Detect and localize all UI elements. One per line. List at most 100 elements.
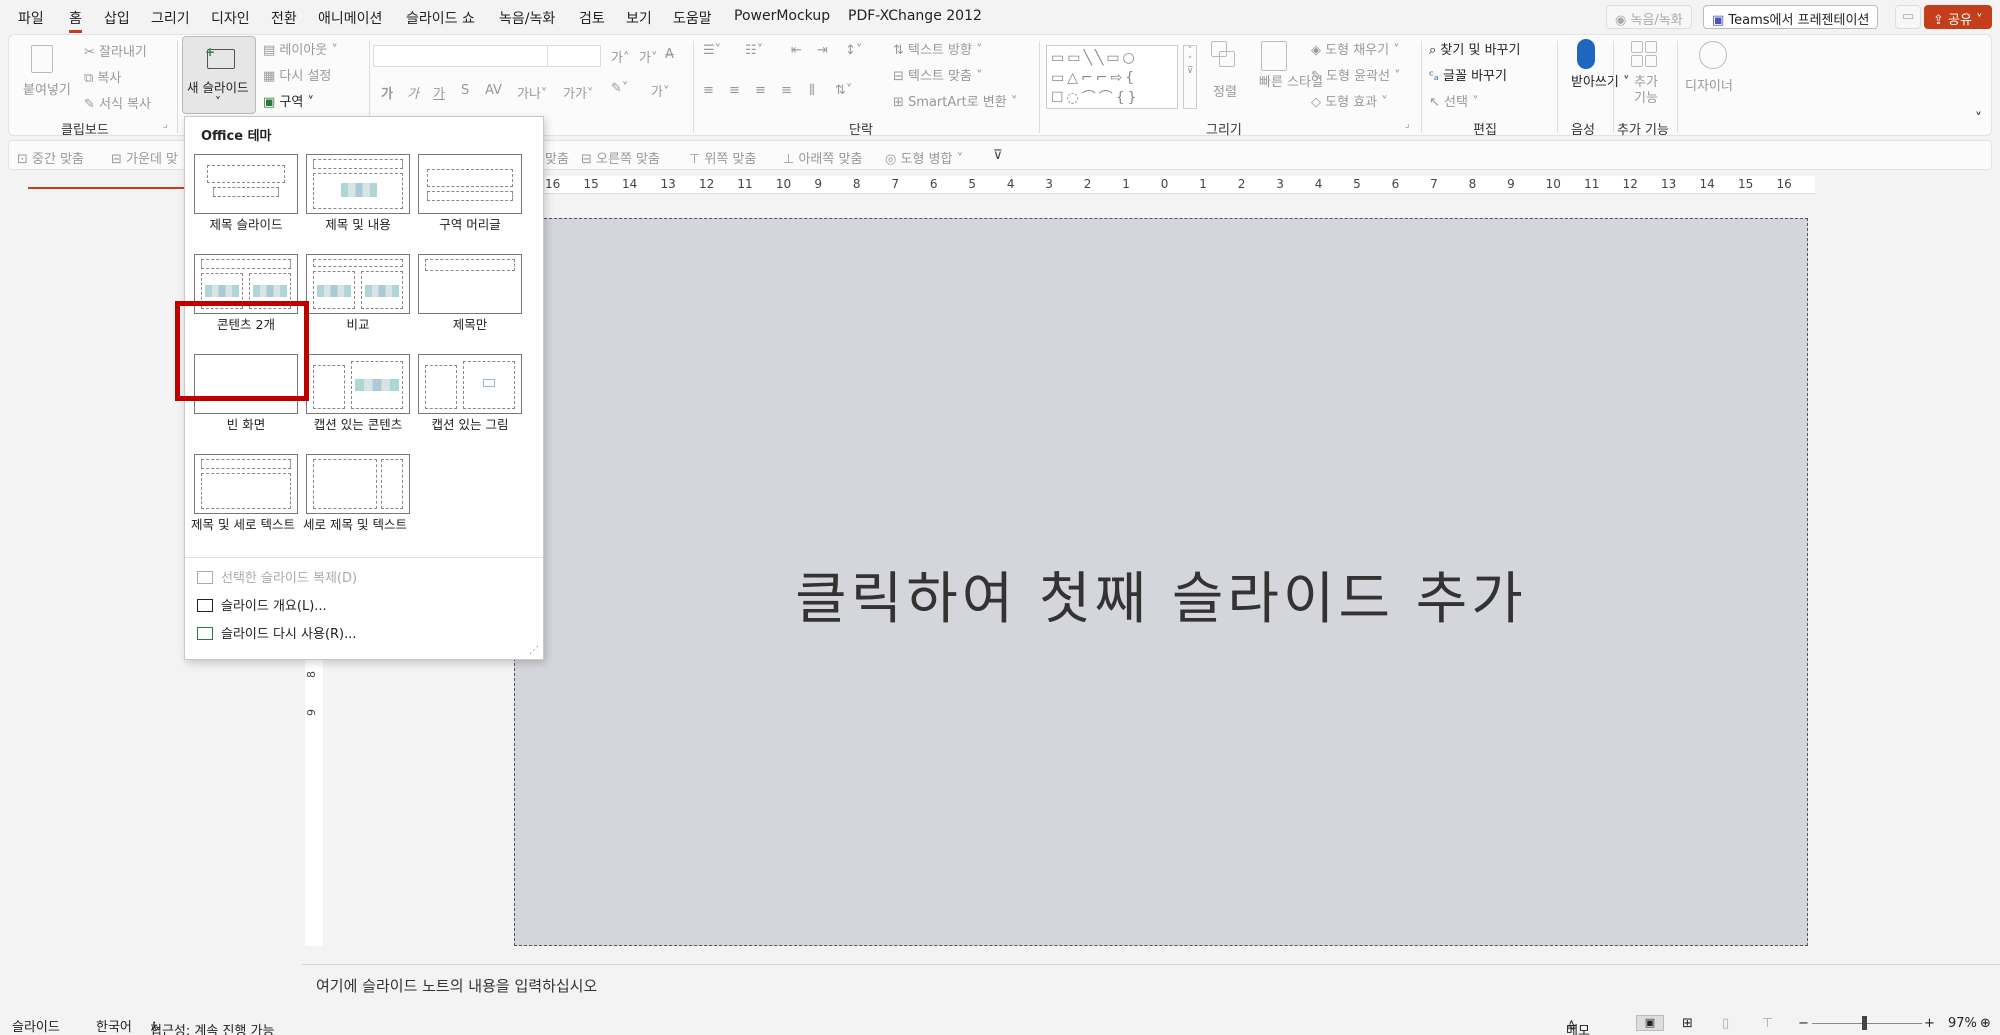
align-button[interactable]: 맞춤 xyxy=(545,148,569,167)
shape-effects-button[interactable]: ◇ 도형 효과 ˅ xyxy=(1311,91,1388,110)
shapes-scroll[interactable]: ˄ ˅ ⊽ xyxy=(1183,45,1197,109)
teams-present-button[interactable]: ▣ Teams에서 프레젠테이션 xyxy=(1703,5,1879,29)
shapes-gallery[interactable]: ▭▭╲╲▭○ ▭△⌐⌐⇨{☐◌⌒⌒{} xyxy=(1046,45,1178,109)
addins-button[interactable]: 추가 기능 xyxy=(1631,75,1661,107)
align-right-icon[interactable]: ≡ xyxy=(755,83,766,98)
reset-button[interactable]: ▦ 다시 설정 xyxy=(263,65,331,84)
strike-s-icon[interactable]: S xyxy=(461,83,469,98)
copy-button[interactable]: ⧉ 복사 xyxy=(84,67,121,86)
justify-icon[interactable]: ≡ xyxy=(781,83,792,98)
layout-content-with-caption[interactable]: 캡션 있는 콘텐츠 xyxy=(301,351,410,439)
tab-pdfxchange[interactable]: PDF-XChange 2012 xyxy=(848,8,982,24)
numbering-icon[interactable]: ☷˅ xyxy=(745,43,763,58)
cut-button[interactable]: ✂ 잘라내기 xyxy=(84,41,147,60)
zoom-level[interactable]: 97% xyxy=(1948,1016,1977,1031)
align-left-icon[interactable]: ≡ xyxy=(703,83,714,98)
layout-section-header[interactable]: 구역 머리글 xyxy=(413,151,522,239)
slideshow-icon[interactable]: ⊤ xyxy=(1762,1016,1773,1031)
text-direction-small-icon[interactable]: ⇅˅ xyxy=(835,83,852,98)
indent-decrease-icon[interactable]: ⇤ xyxy=(791,43,802,58)
tab-view[interactable]: 보기 xyxy=(626,8,652,28)
collapse-ribbon-icon[interactable]: ˅ xyxy=(1975,111,1982,127)
bold-icon[interactable]: 가 xyxy=(381,83,393,102)
tab-design[interactable]: 디자인 xyxy=(211,8,250,28)
layout-title-only[interactable]: 제목만 xyxy=(413,251,522,339)
dialog-launcher-icon[interactable]: ⌟ xyxy=(163,119,168,130)
tab-draw[interactable]: 그리기 xyxy=(151,8,190,28)
slide-indicator[interactable]: 슬라이드 xyxy=(12,1016,60,1035)
shape-outline-button[interactable]: ✎ 도형 윤곽선 ˅ xyxy=(1311,65,1401,84)
find-replace-button[interactable]: ⌕ 찾기 및 바꾸기 xyxy=(1429,39,1520,58)
tab-animations[interactable]: 애니메이션 xyxy=(318,8,382,28)
indent-increase-icon[interactable]: ⇥ xyxy=(817,43,828,58)
tab-help[interactable]: 도움말 xyxy=(673,8,712,28)
align-center-button[interactable]: ⊟ 가운데 맞 xyxy=(111,148,178,167)
tab-file[interactable]: 파일 xyxy=(18,8,44,28)
duplicate-slides-item[interactable]: 선택한 슬라이드 복제(D) xyxy=(197,567,357,586)
layout-title-content[interactable]: 제목 및 내용 xyxy=(301,151,410,239)
font-name-select[interactable] xyxy=(373,45,553,67)
layout-title-vertical-text[interactable]: 제목 및 세로 텍스트 xyxy=(189,451,298,539)
layout-comparison[interactable]: 비교 xyxy=(301,251,410,339)
text-direction-button[interactable]: ⇅ 텍스트 방향 ˅ xyxy=(893,39,983,58)
zoom-out-icon[interactable]: − xyxy=(1798,1016,1809,1031)
section-button[interactable]: ▣ 구역 ˅ xyxy=(263,91,314,110)
layout-button[interactable]: ▤ 레이아웃 ˅ xyxy=(263,39,338,58)
select-button[interactable]: ↖ 선택 ˅ xyxy=(1429,91,1479,110)
comments-button[interactable]: ▭ xyxy=(1895,5,1922,29)
char-spacing-icon[interactable]: 가가˅ xyxy=(563,83,593,102)
align-right-button[interactable]: ⊟ 오른쪽 맞춤 xyxy=(581,148,660,167)
tab-transitions[interactable]: 전환 xyxy=(271,8,297,28)
paste-button[interactable]: 붙여넣기 xyxy=(23,79,71,98)
align-text-button[interactable]: ⊟ 텍스트 맞춤 ˅ xyxy=(893,65,983,84)
tab-review[interactable]: 검토 xyxy=(579,8,605,28)
tab-record[interactable]: 녹음/녹화 xyxy=(499,8,555,28)
bullets-icon[interactable]: ☰˅ xyxy=(703,43,721,58)
highlight-icon[interactable]: ✎˅ xyxy=(611,81,628,96)
align-middle-button[interactable]: ⊡ 중간 맞춤 xyxy=(17,148,84,167)
tab-powermockup[interactable]: PowerMockup xyxy=(734,8,830,24)
zoom-slider-thumb[interactable] xyxy=(1862,1016,1867,1030)
dictate-button[interactable]: 받아쓰기 ˅ xyxy=(1571,75,1629,91)
drawing-launcher-icon[interactable]: ⌟ xyxy=(1405,119,1410,130)
font-color-icon[interactable]: 가˅ xyxy=(651,81,669,100)
layout-title-slide[interactable]: 제목 슬라이드 xyxy=(189,151,298,239)
clear-format-icon[interactable]: A̶ xyxy=(665,47,674,62)
tab-slideshow[interactable]: 슬라이드 쇼 xyxy=(406,8,475,28)
underline-icon[interactable]: 가 xyxy=(433,83,445,102)
slides-from-outline-item[interactable]: 슬라이드 개요(L)... xyxy=(197,595,327,614)
notes-placeholder[interactable]: 여기에 슬라이드 노트의 내용을 입력하십시오 xyxy=(316,975,597,996)
align-top-button[interactable]: ⊤ 위쪽 맞춤 xyxy=(689,148,756,167)
language-indicator[interactable]: 한국어 xyxy=(96,1016,132,1035)
smartart-button[interactable]: ⊞ SmartArt로 변환 ˅ xyxy=(893,91,1017,110)
align-bottom-button[interactable]: ⊥ 아래쪽 맞춤 xyxy=(783,148,862,167)
new-slide-button[interactable]: + 새 슬라이드 ˅ xyxy=(182,36,256,114)
notes-pane[interactable]: 여기에 슬라이드 노트의 내용을 입력하십시오 xyxy=(302,964,2000,1012)
designer-button[interactable]: 디자이너 xyxy=(1685,75,1733,94)
line-spacing-icon[interactable]: ↕˅ xyxy=(845,43,862,58)
share-button[interactable]: ⇪ 공유 ˅ xyxy=(1924,5,1992,29)
record-button[interactable]: ◉ 녹음/녹화 xyxy=(1606,5,1692,29)
columns-icon[interactable]: ⫼ xyxy=(809,83,815,98)
spacing-icon[interactable]: AV xyxy=(485,83,502,98)
layout-picture-with-caption[interactable]: 캡션 있는 그림 xyxy=(413,351,522,439)
reuse-slides-item[interactable]: 슬라이드 다시 사용(R)... xyxy=(197,623,357,642)
grow-font-icon[interactable]: 가˄ xyxy=(611,47,629,66)
slide-canvas[interactable]: 클릭하여 첫째 슬라이드 추가 xyxy=(514,218,1808,946)
normal-view-icon[interactable]: ▣ xyxy=(1636,1015,1664,1031)
replace-font-button[interactable]: ᶜₐ 글꼴 바꾸기 xyxy=(1429,65,1507,84)
reading-view-icon[interactable]: ▯ xyxy=(1722,1016,1729,1031)
italic-icon[interactable]: 가 xyxy=(407,83,419,102)
customize-toolbar-icon[interactable]: ⊽ xyxy=(993,148,1003,163)
change-case-icon[interactable]: 가나˅ xyxy=(517,83,547,102)
layout-vertical-title-text[interactable]: 세로 제목 및 텍스트 xyxy=(301,451,410,539)
tab-insert[interactable]: 삽입 xyxy=(104,8,130,28)
shape-fill-button[interactable]: ◈ 도형 채우기 ˅ xyxy=(1311,39,1400,58)
fit-slide-icon[interactable]: ⊕ xyxy=(1980,1016,1991,1031)
zoom-in-icon[interactable]: + xyxy=(1924,1016,1935,1031)
zoom-slider[interactable] xyxy=(1812,1023,1922,1024)
shrink-font-icon[interactable]: 가˅ xyxy=(639,47,657,66)
merge-shapes-button[interactable]: ◎ 도형 병합 ˅ xyxy=(885,148,963,167)
tab-home[interactable]: 홈 xyxy=(69,8,82,33)
align-center-icon[interactable]: ≡ xyxy=(729,83,740,98)
